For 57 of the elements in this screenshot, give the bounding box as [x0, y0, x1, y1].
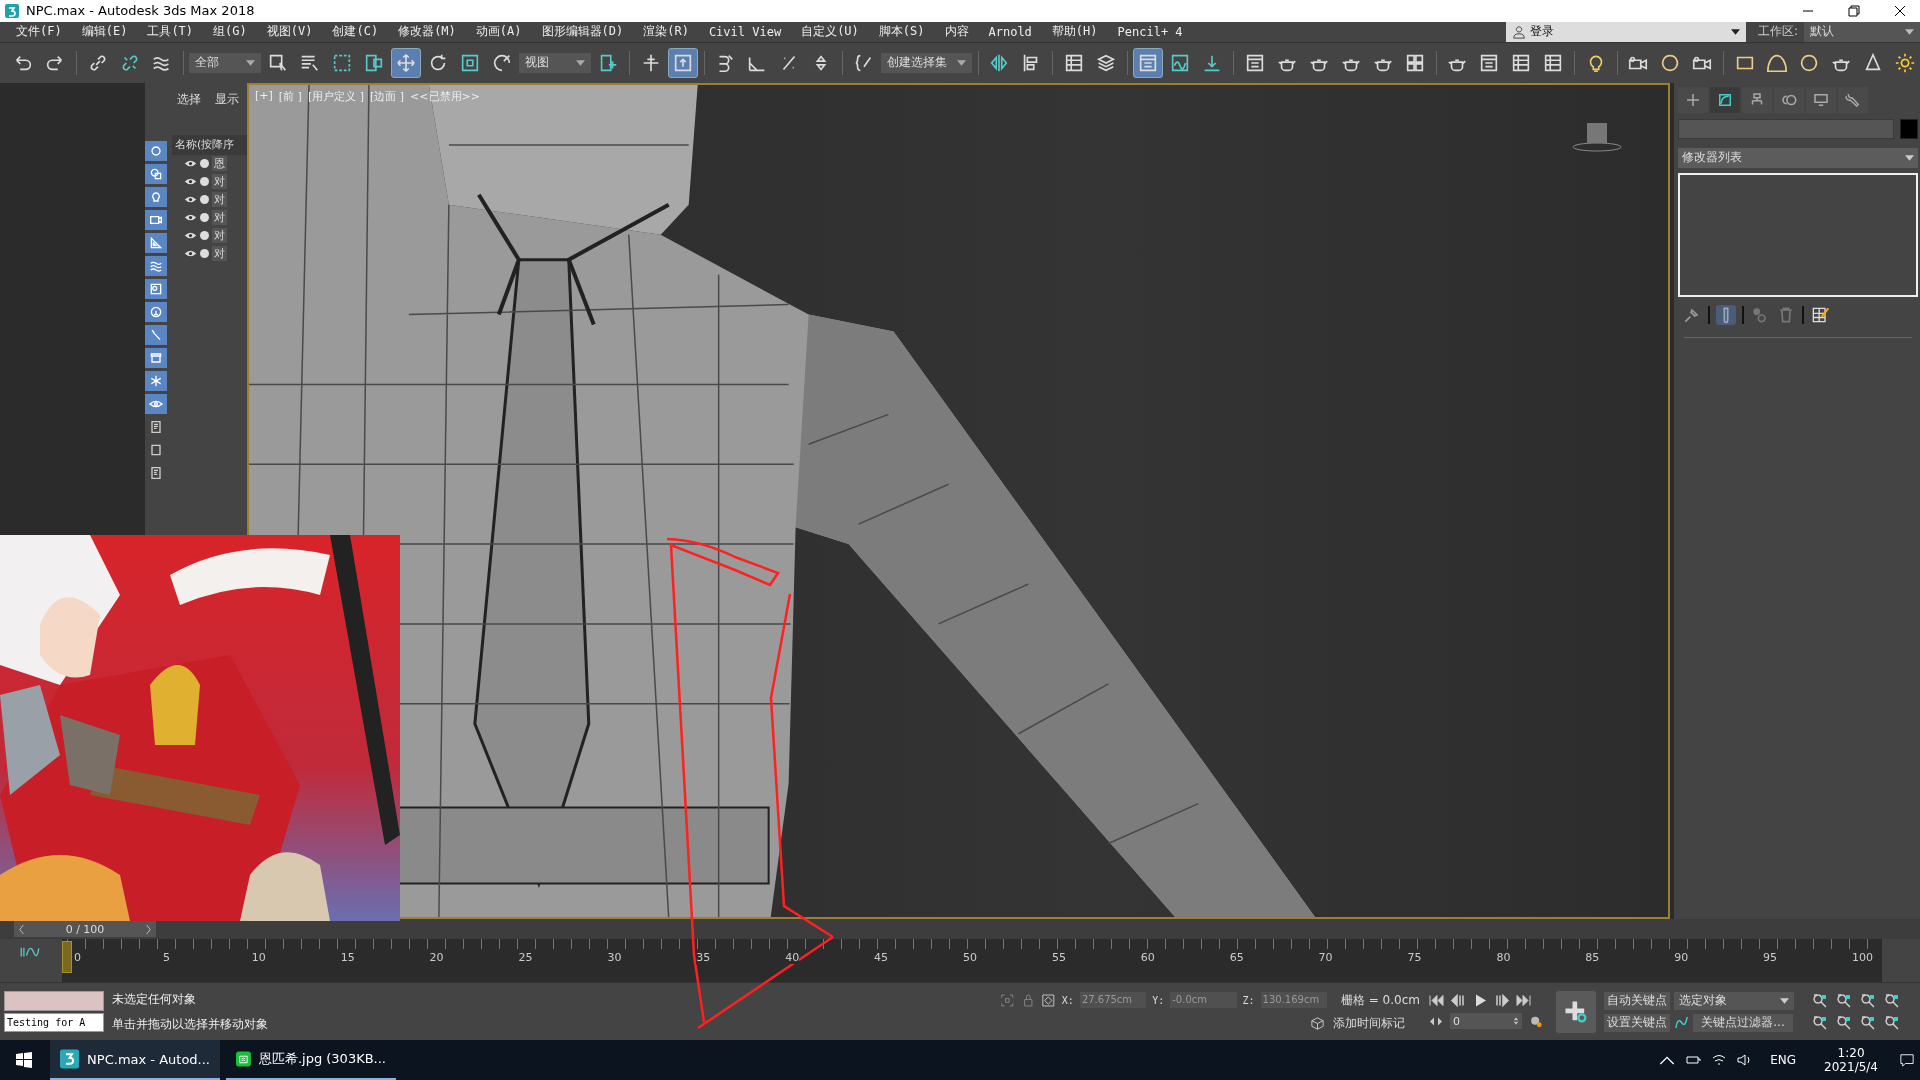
menu-item[interactable]: Arnold — [978, 24, 1042, 39]
frame-tick-label: 40 — [785, 951, 800, 965]
toolbar-dropdown[interactable]: 全部 — [189, 52, 262, 73]
menu-item[interactable]: 组(G) — [203, 23, 257, 41]
menu-item[interactable]: Pencil+ 4 — [1107, 24, 1193, 39]
z-label: Z: — [1242, 994, 1255, 1006]
menu-item[interactable]: 创建(C) — [322, 23, 389, 41]
object-name[interactable]: 对 — [212, 246, 227, 262]
add-time-tag-link[interactable]: 添加时间标记 — [1333, 1014, 1405, 1032]
menu-item[interactable]: 动画(A) — [465, 23, 532, 41]
menu-item[interactable]: Civil View — [698, 24, 792, 39]
taskbar-app-button[interactable]: NPC.max - Autod... — [50, 1040, 220, 1080]
menu-item[interactable]: 内容 — [934, 23, 979, 41]
track-bar[interactable]: 0 5 10 15 20 25 30 35 40 45 50 55 60 65 70 75 80 85 90 95 100 — [62, 939, 1882, 983]
menu-item[interactable]: 编辑(E) — [71, 23, 138, 41]
menu-item[interactable]: 图形编辑器(D) — [531, 23, 634, 41]
object-name[interactable]: 对 — [212, 192, 227, 208]
frame-tick-label: 35 — [696, 951, 711, 965]
time-slider-label: 0 / 100 — [65, 922, 105, 936]
object-name[interactable]: 对 — [212, 210, 227, 226]
y-label: Y: — [1152, 994, 1165, 1006]
language-indicator[interactable]: ENG — [1770, 1053, 1797, 1067]
status-message: 未选定任何对象 — [112, 990, 197, 1008]
account-dropdown[interactable]: 登录 — [1505, 21, 1746, 42]
key-filters-button[interactable]: 关键点过滤器... — [1693, 1013, 1793, 1032]
menu-item[interactable]: 视图(V) — [256, 23, 323, 41]
time-slider-handle[interactable]: 0 / 100 — [14, 921, 156, 938]
menu-item[interactable]: 帮助(H) — [1041, 23, 1108, 41]
object-name[interactable]: 对 — [212, 174, 227, 190]
menu-item[interactable]: 文件(F) — [6, 23, 72, 41]
workspace-dropdown[interactable]: 默认 — [1804, 21, 1920, 42]
set-key-button[interactable]: 设置关键点 — [1604, 1013, 1670, 1032]
toolbar-dropdown[interactable]: 视图 — [519, 52, 592, 73]
frame-spinner[interactable]: 0 — [1450, 1013, 1522, 1030]
taskbar-app-button[interactable]: 恩匹希.jpg (303KB... — [226, 1040, 396, 1080]
object-name[interactable]: 对 — [212, 228, 227, 244]
grid-readout: 栅格 = 0.0cm — [1340, 991, 1420, 1009]
object-name[interactable]: 恩 — [212, 156, 227, 172]
listener-input-field[interactable]: Testing for A — [4, 1013, 104, 1033]
menu-item[interactable]: 修改器(M) — [388, 23, 466, 41]
modifier-list-dropdown[interactable]: 修改器列表 — [1678, 147, 1918, 168]
menu-item[interactable]: 工具(T) — [137, 23, 204, 41]
menu-item[interactable]: 自定义(U) — [791, 23, 869, 41]
clock-time[interactable]: 1:20 — [1837, 1046, 1865, 1060]
menu-item[interactable]: 脚本(S) — [868, 23, 935, 41]
window-title: NPC.max - Autodesk 3ds Max 2018 — [26, 3, 255, 19]
auto-key-button[interactable]: 自动关键点 — [1604, 991, 1670, 1010]
clock-date[interactable]: 2021/5/4 — [1824, 1060, 1878, 1074]
menu-item[interactable]: 渲染(R) — [633, 23, 699, 41]
workspace-label: 工作区: — [1756, 23, 1799, 41]
status-message: 单击并拖动以选择并移动对象 — [112, 1015, 269, 1033]
toolbar-dropdown[interactable]: 创建选择集 — [880, 52, 972, 73]
explorer-tab[interactable]: 显示 — [215, 90, 239, 115]
x-label: X: — [1061, 994, 1074, 1006]
name-column-header[interactable]: 名称(按降序 — [172, 134, 247, 155]
key-mode-dropdown[interactable]: 选定对象 — [1674, 991, 1794, 1010]
explorer-tab[interactable]: 选择 — [177, 90, 201, 115]
